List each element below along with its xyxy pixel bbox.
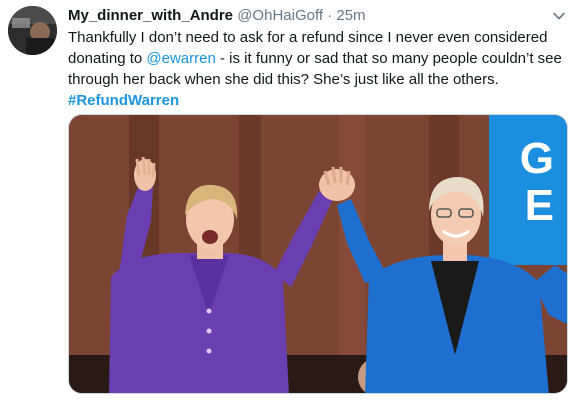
user-handle[interactable]: @OhHaiGoff bbox=[237, 7, 323, 24]
hashtag-link[interactable]: #RefundWarren bbox=[68, 90, 566, 111]
chevron-down-icon[interactable] bbox=[552, 9, 566, 23]
avatar-image bbox=[8, 6, 57, 55]
tweet-text: Thankfully I don’t need to ask for a ref… bbox=[68, 27, 566, 111]
svg-text:G: G bbox=[520, 134, 554, 183]
photo-illustration: G E bbox=[69, 115, 567, 393]
avatar[interactable] bbox=[8, 6, 57, 55]
display-name[interactable]: My_dinner_with_Andre bbox=[68, 7, 233, 24]
timestamp[interactable]: 25m bbox=[336, 7, 365, 24]
svg-text:E: E bbox=[525, 181, 554, 230]
mention-link[interactable]: @ewarren bbox=[146, 50, 215, 67]
tweet-photo[interactable]: G E bbox=[68, 114, 568, 394]
tweet-header: My_dinner_with_Andre @OhHaiGoff · 25m bbox=[68, 6, 550, 26]
separator-dot: · bbox=[327, 7, 333, 24]
